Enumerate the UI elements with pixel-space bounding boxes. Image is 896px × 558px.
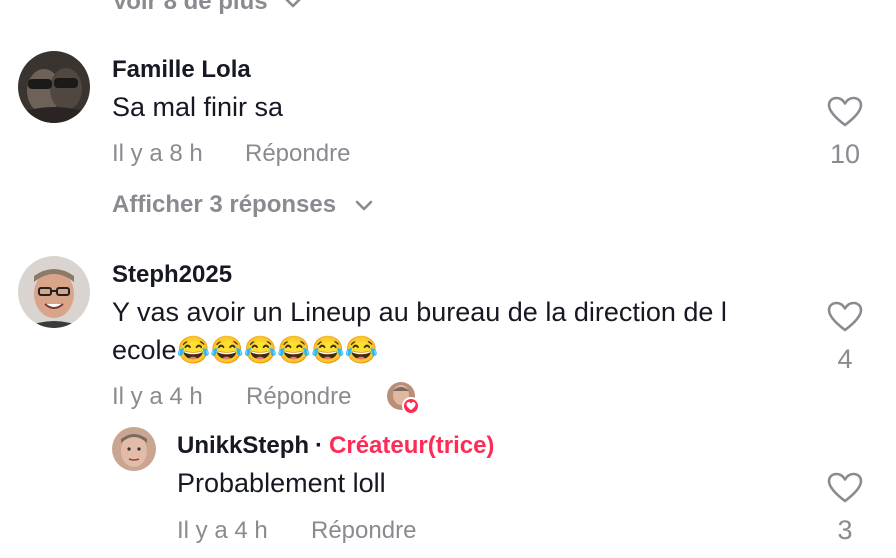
comment-text-line: Y vas avoir un Lineup au bureau de la di… [112, 297, 727, 327]
view-more-label: Voir 8 de plus [112, 0, 268, 15]
heart-icon [827, 96, 863, 132]
comment-author[interactable]: Famille Lola [112, 56, 251, 84]
heart-icon [827, 301, 863, 337]
reply-text: Probablement loll [177, 468, 386, 498]
like-button[interactable]: 3 [825, 472, 865, 546]
avatar[interactable] [112, 427, 156, 471]
reply-button[interactable]: Répondre [311, 517, 416, 545]
comment-text: Sa mal finir sa [112, 92, 284, 122]
separator: · [315, 432, 324, 459]
chevron-down-icon [355, 191, 373, 219]
like-count: 10 [829, 139, 861, 169]
like-button[interactable]: 10 [825, 96, 865, 170]
chevron-down-icon [284, 0, 302, 16]
comment-author[interactable]: Steph2025 [112, 261, 232, 289]
reply-button[interactable]: Répondre [245, 140, 350, 168]
reply-author-line: UnikkSteph · Créateur(trice) [177, 432, 494, 460]
heart-icon [827, 472, 863, 508]
creator-badge: Créateur(trice) [329, 432, 495, 459]
creator-liked-badge [386, 381, 420, 415]
show-replies-label: Afficher 3 réponses [112, 191, 337, 218]
comment-timestamp: Il y a 8 h [112, 140, 203, 167]
reply-button[interactable]: Répondre [246, 383, 351, 411]
like-count: 4 [837, 344, 853, 374]
avatar[interactable] [18, 51, 90, 123]
reply-author[interactable]: UnikkSteph [177, 432, 309, 459]
reply-timestamp: Il y a 4 h [177, 517, 268, 544]
avatar[interactable] [18, 256, 90, 328]
view-more-replies-link[interactable]: Voir 8 de plus [112, 0, 302, 16]
comment-text-line: ecole😂😂😂😂😂😂 [112, 335, 379, 365]
like-button[interactable]: 4 [825, 301, 865, 375]
show-replies-button[interactable]: Afficher 3 réponses [112, 191, 373, 219]
comment-timestamp: Il y a 4 h [112, 383, 203, 410]
like-count: 3 [837, 515, 853, 545]
